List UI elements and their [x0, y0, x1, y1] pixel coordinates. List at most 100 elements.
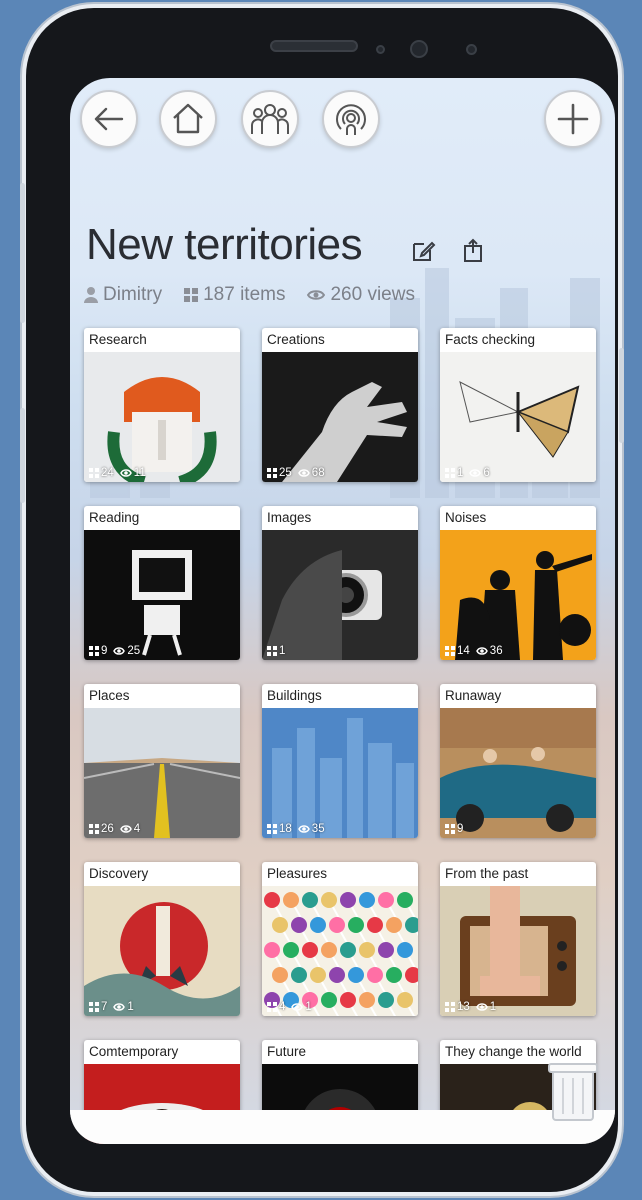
collection-card[interactable]: Research 24 11 — [84, 328, 240, 482]
card-items-count: 1 — [279, 645, 286, 657]
collection-card[interactable]: Facts checking 1 6 — [440, 328, 596, 482]
eye-icon — [297, 469, 310, 477]
card-label: Places — [89, 688, 130, 703]
grid-icon — [445, 646, 455, 656]
grid-icon — [89, 646, 99, 656]
home-button[interactable] — [159, 90, 217, 148]
card-thumbnail — [440, 530, 596, 660]
collection-card[interactable]: From the past 13 1 — [440, 862, 596, 1016]
card-label: Creations — [267, 332, 325, 347]
card-thumbnail — [84, 530, 240, 660]
card-stats: 9 25 — [89, 645, 140, 657]
card-views-count: 11 — [133, 467, 146, 479]
collection-card[interactable]: Buildings 18 35 — [262, 684, 418, 838]
grid-icon — [445, 824, 455, 834]
card-stats: 18 35 — [267, 823, 325, 835]
collection-card[interactable]: Pleasures 4 1 — [262, 862, 418, 1016]
card-stats: 16 — [445, 467, 490, 479]
grid-icon — [89, 468, 99, 478]
front-camera-icon — [410, 40, 428, 58]
add-button[interactable] — [544, 90, 602, 148]
share-icon[interactable] — [460, 238, 486, 264]
bottom-bar — [70, 1110, 615, 1144]
broadcast-icon — [336, 104, 366, 135]
user-icon — [84, 287, 98, 303]
card-views: 25 — [113, 645, 140, 657]
back-button[interactable] — [80, 90, 138, 148]
card-views: 1 — [475, 1001, 497, 1013]
card-label: Images — [267, 510, 312, 525]
bixby-button — [20, 408, 25, 503]
broadcast-button[interactable] — [322, 90, 380, 148]
grid-icon — [89, 824, 99, 834]
card-items: 1 — [445, 467, 463, 479]
card-views: 11 — [119, 467, 146, 479]
author-name: Dimitry — [103, 284, 163, 305]
card-stats: 9 — [445, 823, 463, 835]
views-info: 260 views — [307, 284, 415, 306]
card-label: Research — [89, 332, 147, 347]
card-stats: 26 4 — [89, 823, 140, 835]
eye-icon — [119, 825, 132, 833]
card-items: 1 — [267, 645, 285, 657]
trash-icon[interactable] — [547, 1060, 599, 1122]
card-items-count: 1 — [457, 467, 464, 479]
edit-icon[interactable] — [410, 238, 436, 264]
collection-card[interactable]: Places 26 4 — [84, 684, 240, 838]
eye-icon — [307, 290, 326, 300]
card-views: 1 — [291, 1001, 312, 1013]
eye-icon — [475, 1003, 488, 1011]
card-stats: 14 36 — [445, 645, 503, 657]
people-button[interactable] — [241, 90, 299, 148]
collection-card[interactable]: Reading 9 25 — [84, 506, 240, 660]
card-stats: 13 1 — [445, 1001, 496, 1013]
views-count: 260 views — [330, 284, 415, 305]
card-label: Reading — [89, 510, 140, 525]
collection-card[interactable]: Runaway 9 — [440, 684, 596, 838]
card-stats: 24 11 — [89, 467, 146, 479]
top-toolbar — [70, 78, 615, 162]
eye-icon — [475, 647, 488, 655]
earpiece-speaker — [270, 40, 358, 52]
card-thumbnail — [262, 708, 418, 838]
card-thumbnail — [84, 708, 240, 838]
card-items: 14 — [445, 645, 470, 657]
card-stats: 71 — [89, 1001, 134, 1013]
card-thumbnail — [440, 886, 596, 1016]
card-label: Facts checking — [445, 332, 536, 347]
card-items-count: 14 — [457, 645, 470, 657]
collection-meta: Dimitry 187 items 260 views — [84, 284, 415, 306]
card-views-count: 4 — [133, 823, 141, 835]
author-info: Dimitry — [84, 284, 162, 306]
collection-card[interactable]: Images 1 — [262, 506, 418, 660]
collection-card[interactable]: Creations 25 68 — [262, 328, 418, 482]
items-info: 187 items — [184, 284, 285, 306]
card-views-count: 25 — [127, 645, 141, 657]
sensor-icon — [376, 45, 385, 54]
grid-icon — [184, 288, 199, 302]
card-label: Buildings — [267, 688, 322, 703]
card-items-count: 9 — [101, 645, 108, 657]
plus-icon — [557, 103, 589, 135]
eye-icon — [297, 825, 310, 833]
card-views-count: 35 — [311, 823, 325, 835]
card-items: 13 — [445, 1001, 470, 1013]
card-thumbnail — [84, 886, 240, 1016]
card-label: Comtemporary — [89, 1044, 179, 1059]
card-items: 25 — [267, 467, 292, 479]
grid-icon — [267, 1002, 277, 1012]
card-views-count: 1 — [127, 1001, 134, 1013]
card-items-count: 4 — [279, 1001, 286, 1013]
collection-card[interactable]: Discovery 7 1 — [84, 862, 240, 1016]
eye-icon — [291, 1003, 304, 1011]
card-items: 24 — [89, 467, 114, 479]
app-screen: New territories Dimitry 187 items 260 vi… — [70, 78, 615, 1144]
card-views: 36 — [475, 645, 503, 657]
card-views-count: 1 — [489, 1001, 497, 1013]
card-label: Pleasures — [267, 866, 328, 881]
card-thumbnail — [440, 352, 596, 482]
card-views-count: 1 — [305, 1001, 312, 1013]
collection-card[interactable]: Noises 14 36 — [440, 506, 596, 660]
grid-icon — [89, 1002, 99, 1012]
iris-sensor-icon — [466, 44, 477, 55]
